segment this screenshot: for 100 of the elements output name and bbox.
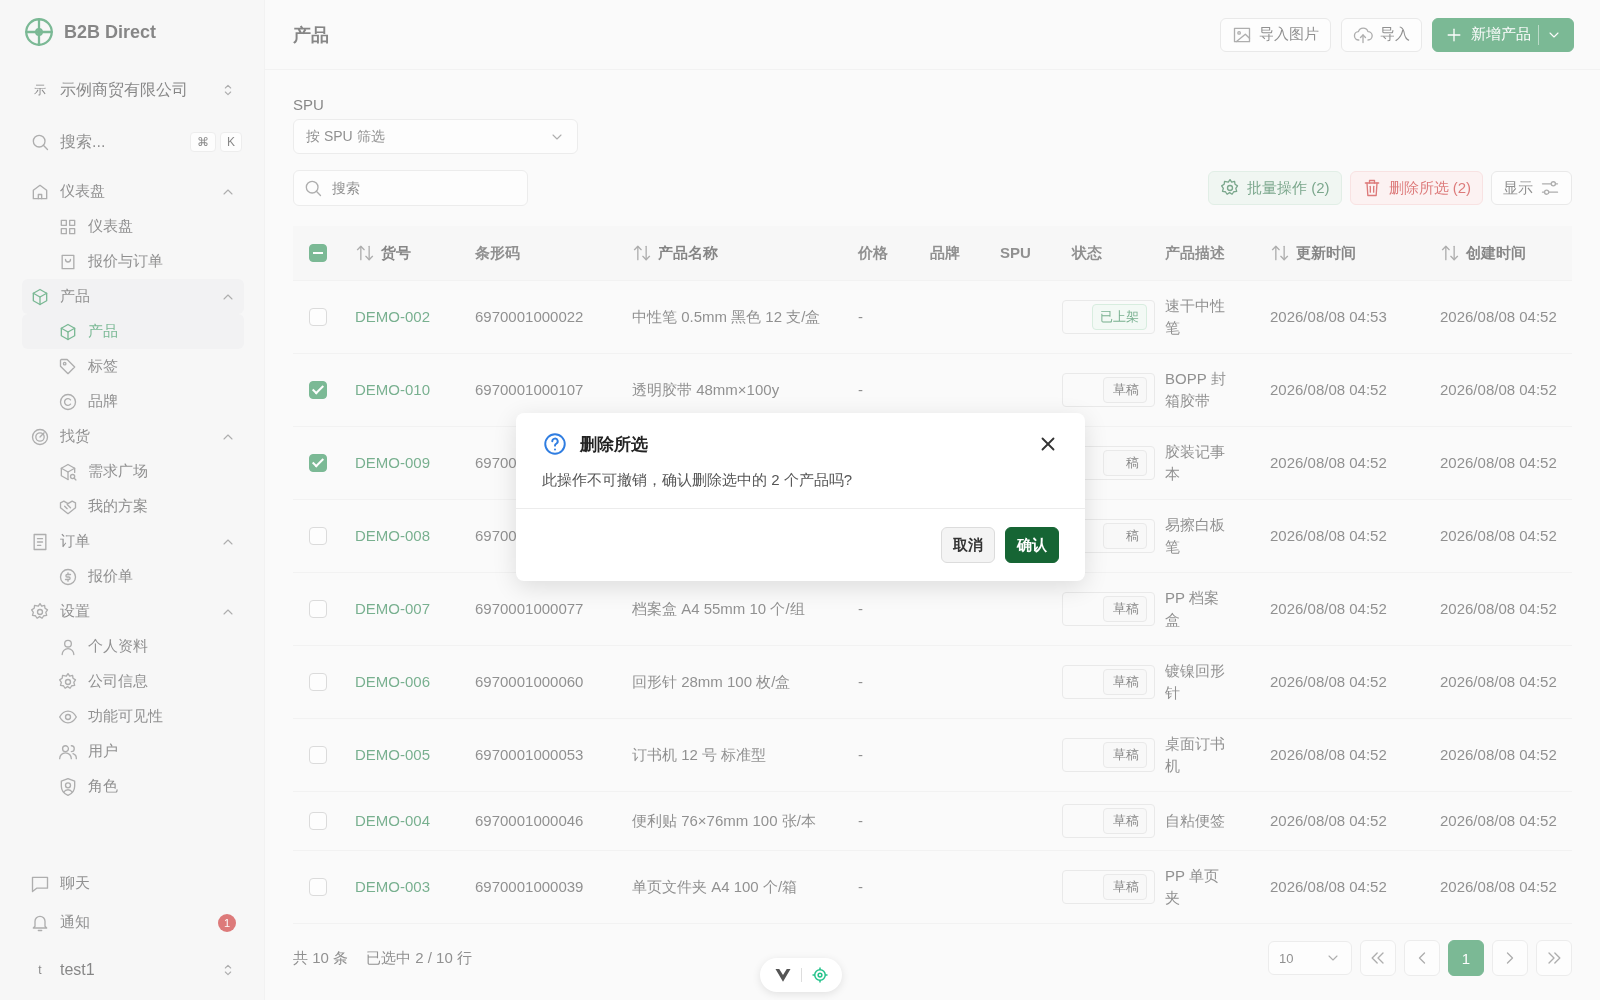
status-tag: 草稿 <box>1103 669 1147 695</box>
nav-item[interactable]: 仪表盘 <box>22 209 244 244</box>
nav-item[interactable]: 标签 <box>22 349 244 384</box>
status-tag: 草稿 <box>1103 808 1147 834</box>
table-cell: 69700 <box>475 454 517 471</box>
column-header: 品牌 <box>930 243 960 263</box>
nav-item[interactable]: 公司信息 <box>22 664 244 699</box>
table-cell: 2026/08/08 04:52 <box>1440 527 1557 544</box>
column-header[interactable]: 产品名称 <box>632 242 718 264</box>
search-field[interactable]: 搜索 <box>293 170 528 206</box>
bulk-actions-button[interactable]: 批量操作 (2) <box>1208 171 1342 205</box>
page-size-select[interactable]: 10 <box>1268 941 1352 975</box>
table-cell: 速干中性笔 <box>1165 297 1225 336</box>
nav-item[interactable]: 聊天 <box>22 866 244 901</box>
first-page-button[interactable] <box>1360 940 1396 976</box>
nav-item[interactable]: 报价单 <box>22 559 244 594</box>
product-link[interactable]: DEMO-005 <box>355 746 431 763</box>
nav-item[interactable]: 产品 <box>22 314 244 349</box>
nav-item[interactable]: 个人资料 <box>22 629 244 664</box>
cancel-button[interactable]: 取消 <box>941 527 995 563</box>
page-title: 产品 <box>293 23 330 47</box>
nav-item[interactable]: 需求广场 <box>22 454 244 489</box>
nav-group[interactable]: 设置 <box>22 594 244 629</box>
organization-switcher[interactable]: 示 示例商贸有限公司 <box>22 70 244 110</box>
table-cell: PP 档案盒 <box>1165 589 1219 628</box>
gear-icon <box>1220 178 1240 198</box>
nav-item[interactable]: 角色 <box>22 769 244 804</box>
product-link[interactable]: DEMO-002 <box>355 308 431 325</box>
table-cell: 2026/08/08 04:52 <box>1270 746 1387 763</box>
confirm-button[interactable]: 确认 <box>1005 527 1059 563</box>
table-cell: 回形针 28mm 100 枚/盒 <box>632 673 791 690</box>
status-tag: 稿 <box>1103 523 1147 549</box>
row-checkbox[interactable] <box>309 600 327 618</box>
nav-item[interactable]: 用户 <box>22 734 244 769</box>
nav-item[interactable]: 报价与订单 <box>22 244 244 279</box>
product-link[interactable]: DEMO-007 <box>355 600 431 617</box>
target-icon[interactable] <box>810 966 829 984</box>
previous-page-button[interactable] <box>1404 940 1440 976</box>
gear-icon <box>30 601 50 622</box>
page-button[interactable]: 1 <box>1448 940 1484 976</box>
import-button[interactable]: 导入 <box>1341 17 1422 52</box>
cube-icon <box>58 321 78 342</box>
column-header[interactable]: 创建时间 <box>1440 242 1526 264</box>
nav-item[interactable]: 品牌 <box>22 384 244 419</box>
row-checkbox[interactable] <box>309 527 327 545</box>
table-cell: 2026/08/08 04:52 <box>1270 878 1387 895</box>
column-header: 价格 <box>858 243 888 263</box>
row-checkbox[interactable] <box>309 878 327 896</box>
display-button[interactable]: 显示 <box>1491 171 1572 205</box>
nav-group[interactable]: 产品 <box>22 279 244 314</box>
table-cell: 自粘便签 <box>1165 812 1225 829</box>
row-checkbox[interactable] <box>309 308 327 326</box>
product-link[interactable]: DEMO-003 <box>355 878 431 895</box>
table-cell: - <box>858 381 863 398</box>
column-header[interactable]: 更新时间 <box>1270 242 1356 264</box>
spu-select[interactable]: 按 SPU 筛选 <box>293 119 578 154</box>
triangle-icon[interactable] <box>773 966 792 984</box>
status-tag: 草稿 <box>1103 742 1147 768</box>
add-product-button[interactable]: 新增产品 <box>1432 17 1574 52</box>
nav-item[interactable]: 功能可见性 <box>22 699 244 734</box>
nav-group[interactable]: 订单 <box>22 524 244 559</box>
product-link[interactable]: DEMO-010 <box>355 381 431 398</box>
table-cell: - <box>858 878 863 895</box>
row-checkbox[interactable] <box>309 673 327 691</box>
delete-selected-button[interactable]: 删除所选 (2) <box>1349 171 1483 205</box>
product-link[interactable]: DEMO-008 <box>355 527 431 544</box>
table-cell: 2026/08/08 04:52 <box>1440 812 1557 829</box>
nav-item[interactable]: 通知 1 <box>22 905 244 940</box>
product-link[interactable]: DEMO-004 <box>355 812 431 829</box>
last-page-button[interactable] <box>1536 940 1572 976</box>
table-cell: 2026/08/08 04:52 <box>1440 673 1557 690</box>
row-checkbox[interactable] <box>309 812 327 830</box>
nav-group[interactable]: 找货 <box>22 419 244 454</box>
question-icon <box>542 431 568 457</box>
nav-group[interactable]: 仪表盘 <box>22 174 244 209</box>
import-button[interactable]: 导入图片 <box>1220 17 1331 52</box>
table-cell: 2026/08/08 04:52 <box>1270 673 1387 690</box>
logo-icon <box>22 15 56 49</box>
status-tag: 草稿 <box>1103 596 1147 622</box>
product-link[interactable]: DEMO-009 <box>355 454 431 471</box>
table-cell: 6970001000039 <box>475 878 584 895</box>
table-cell: 单页文件夹 A4 100 个/箱 <box>632 878 798 895</box>
row-checkbox[interactable] <box>309 746 327 764</box>
search-icon <box>30 132 50 152</box>
row-checkbox[interactable] <box>309 454 327 472</box>
dialog-message: 此操作不可撤销，确认删除选中的 2 个产品吗? <box>516 471 1085 509</box>
table-cell: 6970001000046 <box>475 812 584 829</box>
next-page-button[interactable] <box>1492 940 1528 976</box>
product-link[interactable]: DEMO-006 <box>355 673 431 690</box>
search-field[interactable]: 搜索... <box>58 132 182 152</box>
user-switcher[interactable]: t test1 <box>22 950 244 990</box>
nav-item[interactable]: 我的方案 <box>22 489 244 524</box>
keyboard-key: ⌘ <box>190 132 216 152</box>
table-cell: 2026/08/08 04:52 <box>1270 454 1387 471</box>
table-cell: - <box>858 812 863 829</box>
table-cell: 2026/08/08 04:52 <box>1270 527 1387 544</box>
column-header[interactable]: 货号 <box>355 242 411 264</box>
select-all-checkbox[interactable] <box>309 244 327 262</box>
row-checkbox[interactable] <box>309 381 327 399</box>
column-header: 条形码 <box>475 243 520 263</box>
